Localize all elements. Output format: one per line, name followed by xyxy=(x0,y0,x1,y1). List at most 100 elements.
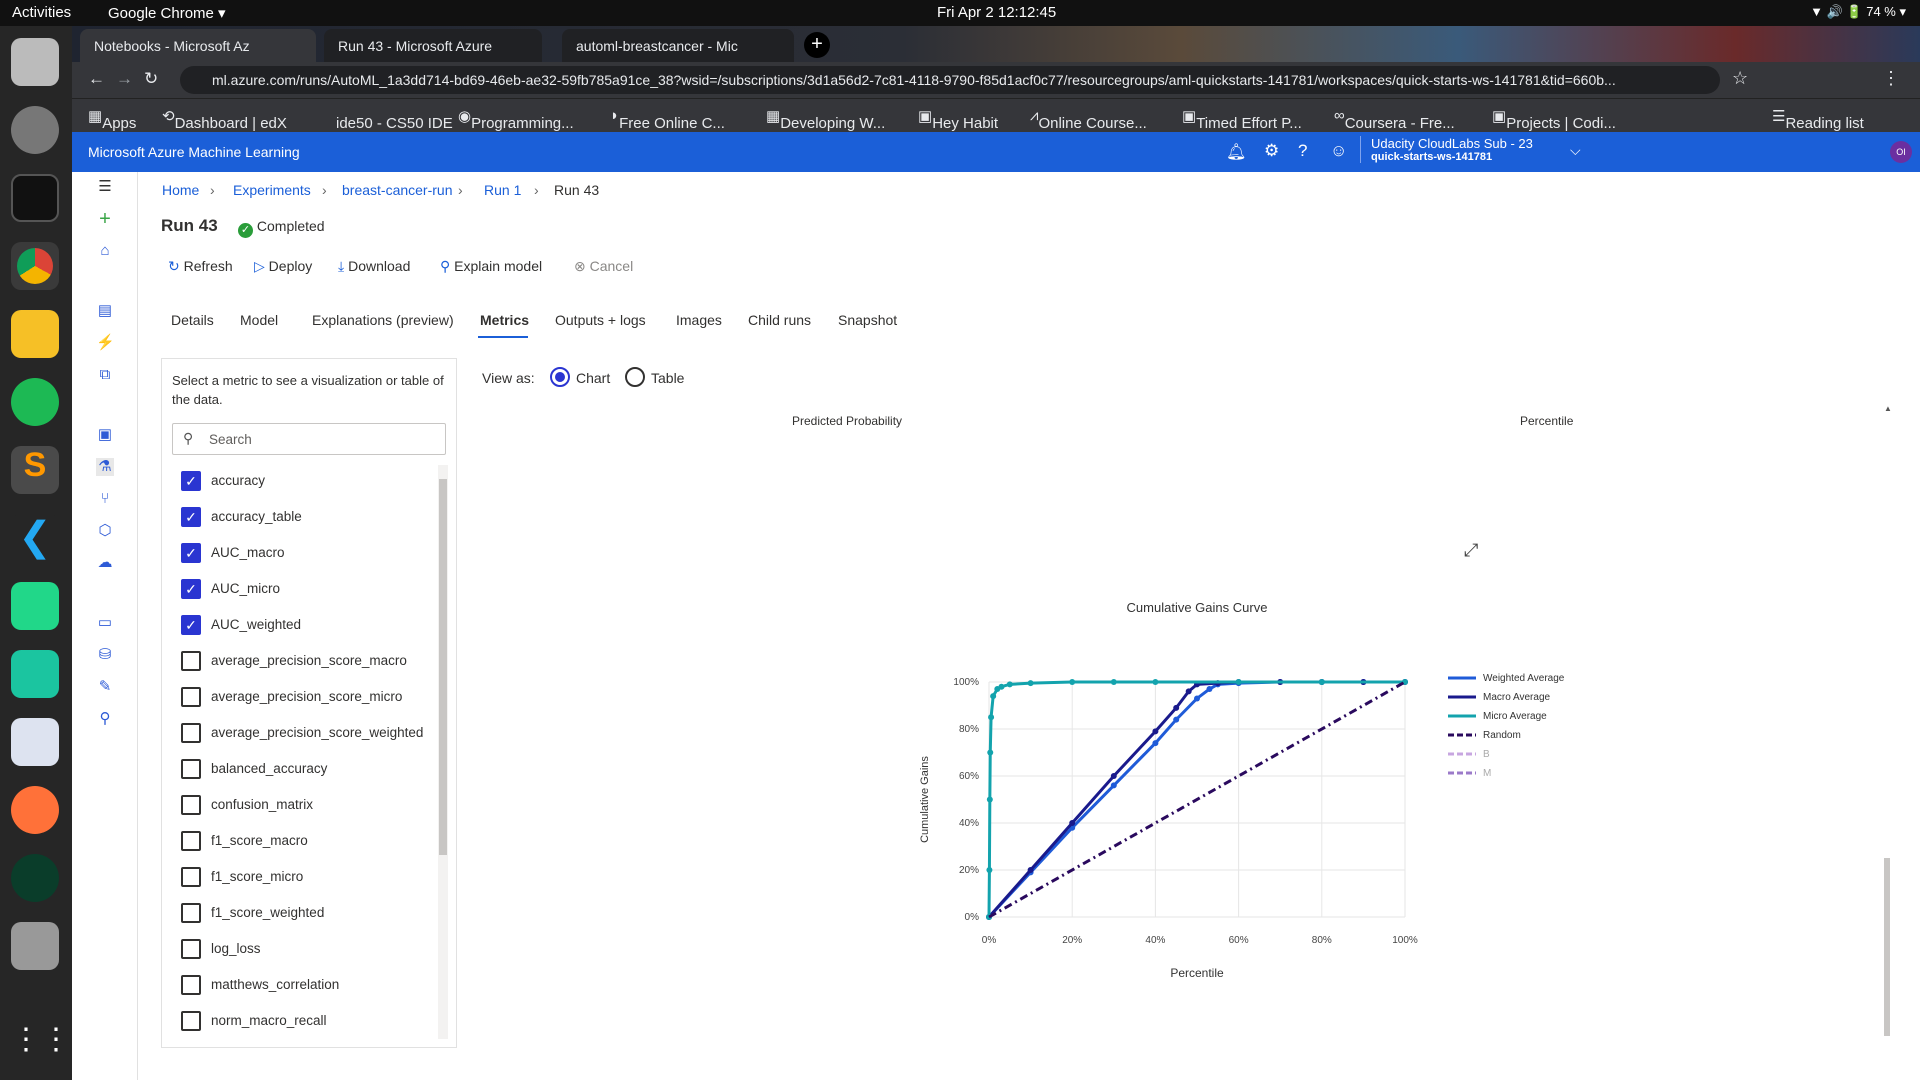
data-point xyxy=(987,749,994,756)
pipelines-icon[interactable]: ⑂ xyxy=(96,490,114,508)
experiments-icon[interactable]: ⚗ xyxy=(96,458,114,476)
tab-run-43[interactable]: Run 43 - Microsoft Azure xyxy=(324,29,542,62)
x-tick-label: 40% xyxy=(1145,935,1165,946)
data-point xyxy=(1006,681,1013,688)
bookmark-apps[interactable]: ▦ Apps xyxy=(88,107,136,132)
camera-icon[interactable] xyxy=(11,854,59,902)
firefox-icon[interactable] xyxy=(11,786,59,834)
chrome-logo-icon xyxy=(17,248,53,284)
clion-icon[interactable] xyxy=(11,650,59,698)
bookmark-programming[interactable]: ◉ Programming... xyxy=(458,107,574,132)
pycharm-icon[interactable] xyxy=(11,582,59,630)
cumulative-gains-chart: 0% 20% 40% 60% 80% 100% 0% 20% 40% 60% 80% 100% Cumu… xyxy=(919,600,1565,980)
y-tick-label: 60% xyxy=(959,771,979,782)
x-tick-label: 80% xyxy=(1312,935,1332,946)
bookmark-developing[interactable]: ▦ Developing W... xyxy=(766,107,885,132)
bookmark-star-icon[interactable]: ☆ xyxy=(1732,68,1748,89)
wifi-icon: ▼ 🔊 🔋 xyxy=(1810,4,1867,19)
sublime-icon[interactable]: S xyxy=(11,446,59,494)
notifications-icon[interactable]: 🔔︎ xyxy=(1226,142,1246,162)
data-point xyxy=(990,693,997,700)
terminal-icon[interactable] xyxy=(11,174,59,222)
create-new-icon[interactable]: + xyxy=(96,209,114,229)
spotify-icon[interactable] xyxy=(11,378,59,426)
activities-button[interactable]: Activities xyxy=(12,4,71,21)
show-apps-icon[interactable]: ⋮⋮⋮ xyxy=(11,1022,101,1070)
chrome-icon[interactable] xyxy=(11,242,59,290)
data-point xyxy=(1110,679,1117,685)
tab-notebooks[interactable]: Notebooks - Microsoft Az xyxy=(80,29,316,62)
notebooks-icon[interactable]: ▤ xyxy=(96,302,114,320)
datasets-icon[interactable]: ▣ xyxy=(96,426,114,444)
y-tick-label: 0% xyxy=(965,912,980,923)
bookmark-online-course[interactable]: ⩘ Online Course... xyxy=(1030,107,1147,132)
y-tick-label: 40% xyxy=(959,818,979,829)
endpoints-icon[interactable]: ☁ xyxy=(96,554,114,572)
bookmark-timed-effort[interactable]: ▣ Timed Effort P... xyxy=(1182,107,1302,132)
labeling-icon[interactable]: ✎ xyxy=(96,678,114,696)
files-icon[interactable] xyxy=(11,38,59,86)
search-app-icon[interactable] xyxy=(11,922,59,970)
help-icon[interactable]: ? xyxy=(1298,141,1307,161)
datastores-icon[interactable]: ⛁ xyxy=(96,646,114,664)
legend-entry: B xyxy=(1483,749,1490,760)
settings-gear-icon[interactable]: ⚙ xyxy=(1264,141,1279,161)
avatar[interactable]: OI xyxy=(1890,141,1912,163)
bookmark-edx[interactable]: ⟲ Dashboard | edX xyxy=(162,107,287,132)
app-menu[interactable]: Google Chrome ▾ xyxy=(108,4,226,22)
data-point xyxy=(1110,773,1117,779)
x-tick-label: 0% xyxy=(982,935,997,946)
vscode-icon[interactable]: ❮ xyxy=(11,514,59,562)
bookmark-coursera[interactable]: ∞ Coursera - Fre... xyxy=(1334,107,1455,132)
product-title[interactable]: Microsoft Azure Machine Learning xyxy=(88,144,300,160)
text-editor-icon[interactable] xyxy=(11,718,59,766)
data-point xyxy=(1152,740,1159,747)
home-icon[interactable]: ⌂ xyxy=(96,242,114,260)
data-point xyxy=(1185,688,1192,695)
bookmark-free-online[interactable]: ◗ Free Online C... xyxy=(610,107,725,132)
y-tick-label: 100% xyxy=(953,677,979,688)
workspace-switcher[interactable]: Udacity CloudLabs Sub - 23 quick-starts-… xyxy=(1360,136,1533,163)
bookmarks-bar: ▦ Apps ⟲ Dashboard | edX ide50 - CS50 ID… xyxy=(72,98,1920,132)
data-point xyxy=(988,714,995,721)
reload-icon[interactable]: ↻ xyxy=(144,69,158,89)
data-point xyxy=(1069,679,1076,685)
azure-header: Microsoft Azure Machine Learning 🔔︎ ⚙ ? … xyxy=(72,132,1920,172)
notes-icon[interactable] xyxy=(11,310,59,358)
forward-icon[interactable]: → xyxy=(116,69,133,89)
bookmark-projects[interactable]: ▣ Projects | Codi... xyxy=(1492,107,1616,132)
data-point xyxy=(986,796,993,803)
chart-title: Cumulative Gains Curve xyxy=(1127,600,1268,615)
feedback-smiley-icon[interactable]: ☺ xyxy=(1330,141,1347,161)
series-line xyxy=(988,680,1406,919)
url-bar[interactable]: ml.azure.com/runs/AutoML_1a3dd714-bd69-4… xyxy=(180,66,1720,94)
os-top-bar: Activities Google Chrome ▾ Fri Apr 2 12:… xyxy=(0,0,1920,26)
hamburger-icon[interactable]: ☰ xyxy=(96,178,114,196)
automl-icon[interactable]: ⚡ xyxy=(96,334,115,352)
reading-list[interactable]: ☰ Reading list xyxy=(1772,107,1864,132)
y-tick-label: 80% xyxy=(959,724,979,735)
back-icon[interactable]: ← xyxy=(88,69,105,89)
x-axis-label: Percentile xyxy=(1170,966,1224,980)
data-point xyxy=(1152,679,1159,685)
clock[interactable]: Fri Apr 2 12:12:45 xyxy=(937,4,1056,21)
chevron-down-icon[interactable]: ⌵ xyxy=(1570,142,1581,159)
y-tick-label: 20% xyxy=(959,865,979,876)
data-point xyxy=(1318,679,1325,685)
battery-status[interactable]: ▼ 🔊 🔋 74 % ▾ xyxy=(1810,4,1906,20)
linked-services-icon[interactable]: ⚲ xyxy=(96,710,114,728)
legend-entry: Micro Average xyxy=(1483,711,1547,722)
x-tick-label: 60% xyxy=(1229,935,1249,946)
settings-icon[interactable] xyxy=(11,106,59,154)
x-tick-label: 20% xyxy=(1062,935,1082,946)
designer-icon[interactable]: ⧉ xyxy=(96,366,114,384)
new-tab-button[interactable]: + xyxy=(804,32,830,58)
bookmark-hey-habit[interactable]: ▣ Hey Habit xyxy=(918,107,998,132)
data-point xyxy=(986,867,993,873)
compute-icon[interactable]: ▭ xyxy=(96,614,114,632)
models-icon[interactable]: ⬡ xyxy=(96,522,114,540)
menu-icon[interactable]: ⋮ xyxy=(1882,68,1900,89)
y-axis-label: Cumulative Gains xyxy=(919,756,931,843)
data-point xyxy=(1027,867,1034,873)
tab-automl[interactable]: automl-breastcancer - Mic xyxy=(562,29,794,62)
